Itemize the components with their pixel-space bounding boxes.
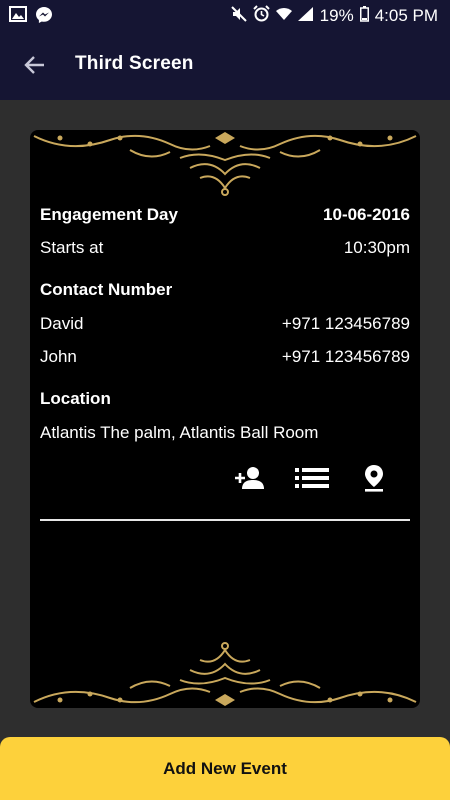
event-card: Engagement Day 10-06-2016 Starts at 10:3… <box>30 130 420 708</box>
location-pin-icon[interactable] <box>356 464 392 492</box>
mute-icon <box>230 5 247 27</box>
status-bar: 19% 4:05 PM <box>0 0 450 30</box>
app-bar: Third Screen <box>0 30 450 100</box>
location-value: Atlantis The palm, Atlantis Ball Room <box>40 423 319 442</box>
start-time-value: 10:30pm <box>343 238 410 257</box>
location-row: Atlantis The palm, Atlantis Ball Room <box>40 423 410 443</box>
location-heading: Location <box>40 389 111 408</box>
wifi-icon <box>275 6 292 26</box>
battery-icon <box>359 5 369 27</box>
clock-time: 4:05 PM <box>374 6 438 25</box>
screen-title: Third Screen <box>75 53 194 74</box>
contact-number-heading: Contact Number <box>40 280 173 299</box>
contact-row: John +971 123456789 <box>40 347 410 367</box>
battery-percent: 19% <box>319 6 354 25</box>
event-actions <box>232 464 392 492</box>
gallery-notification-icon <box>9 6 27 29</box>
signal-icon <box>297 6 314 26</box>
location-heading-row: Location <box>40 389 410 409</box>
back-arrow-icon[interactable] <box>20 50 50 80</box>
event-title-row: Engagement Day 10-06-2016 <box>40 205 410 225</box>
contact-name: John <box>40 347 77 366</box>
gold-ornament-top-decoration <box>33 132 417 196</box>
alarm-icon <box>252 5 270 27</box>
gold-ornament-bottom-decoration <box>33 642 417 706</box>
contact-phone[interactable]: +971 123456789 <box>282 347 410 367</box>
event-date: 10-06-2016 <box>323 205 410 224</box>
starts-at-label: Starts at <box>40 238 104 257</box>
contact-row: David +971 123456789 <box>40 314 410 334</box>
divider <box>40 519 410 521</box>
add-new-event-button[interactable]: Add New Event <box>0 737 450 800</box>
start-time-row: Starts at 10:30pm <box>40 238 410 258</box>
contact-name: David <box>40 314 84 333</box>
event-name: Engagement Day <box>40 205 178 224</box>
add-person-icon[interactable] <box>232 464 268 492</box>
messenger-notification-icon <box>35 6 53 29</box>
contact-heading-row: Contact Number <box>40 280 410 300</box>
list-icon[interactable] <box>294 464 330 492</box>
contact-phone[interactable]: +971 123456789 <box>282 314 410 334</box>
